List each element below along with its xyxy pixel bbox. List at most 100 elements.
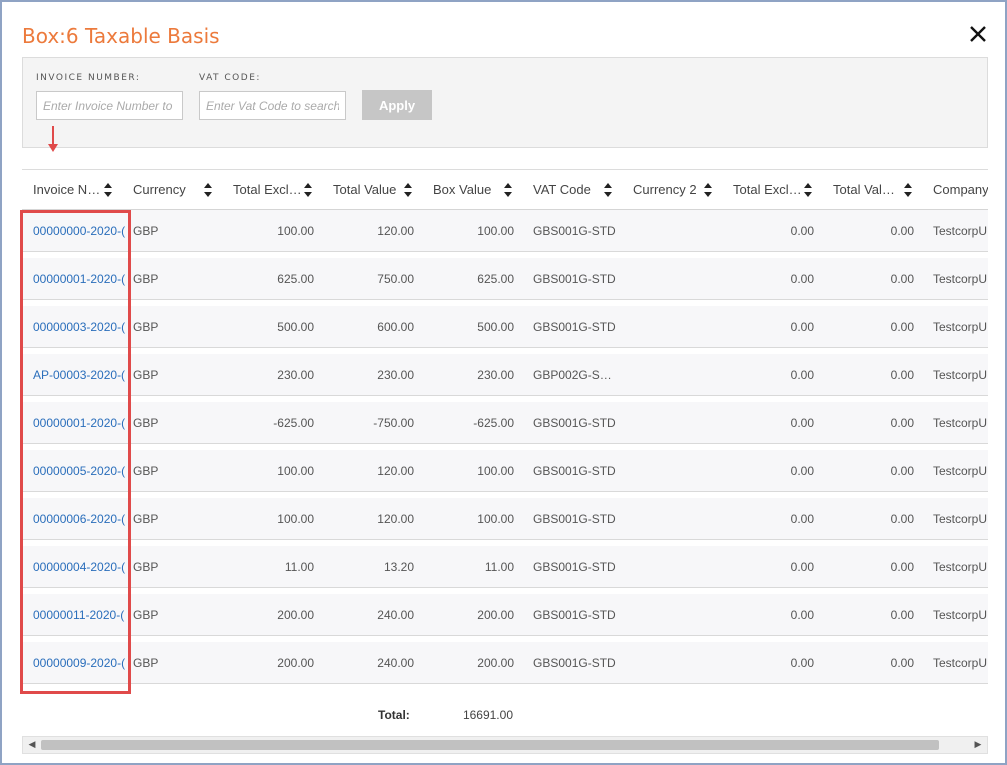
sort-icon[interactable]	[304, 182, 312, 198]
cell-total-value-2: 0.00	[890, 464, 914, 478]
cell-total-excl: 230.00	[277, 368, 314, 382]
cell-company: TestcorpU	[933, 272, 988, 286]
cell-total-excl-2: 0.00	[790, 608, 814, 622]
cell-currency-2	[622, 402, 722, 444]
invoice-number-label: INVOICE NUMBER:	[36, 73, 141, 83]
cell-currency-2	[622, 210, 722, 252]
filter-panel: INVOICE NUMBER: VAT CODE: Apply	[22, 57, 988, 148]
sort-icon[interactable]	[404, 182, 412, 198]
cell-box-value: 200.00	[477, 656, 514, 670]
cell-total-excl: 100.00	[277, 224, 314, 238]
column-header-label: Currency 2	[633, 182, 697, 197]
cell-currency: GBP	[133, 656, 159, 670]
table-row[interactable]: 00000009-2020-(GBP 200.00 240.00 200.00 GBS0…	[22, 642, 988, 684]
cell-currency-2	[622, 642, 722, 684]
cell-box-value: 100.00	[477, 512, 514, 526]
cell-total-value: 120.00	[377, 512, 414, 526]
cell-currency-2	[622, 594, 722, 636]
apply-button[interactable]: Apply	[362, 90, 432, 120]
cell-total-value: 600.00	[377, 320, 414, 334]
cell-total-excl-2: 0.00	[790, 512, 814, 526]
cell-total-value-2: 0.00	[890, 656, 914, 670]
invoice-number-link[interactable]: 00000005-2020-(	[22, 450, 125, 492]
table-row[interactable]: 00000001-2020-(GBP -625.00 -750.00 -625.00 G…	[22, 402, 988, 444]
table-row[interactable]: 00000000-2020-(GBP 100.00 120.00 100.00 GBS0…	[22, 210, 988, 252]
invoice-grid: Invoice N… Currency Total Excl… Total Value…	[22, 169, 988, 695]
cell-total-value: 120.00	[377, 464, 414, 478]
invoice-number-link[interactable]: 00000004-2020-(	[22, 546, 125, 588]
table-row[interactable]: 00000005-2020-(GBP 100.00 120.00 100.00 GBS0…	[22, 450, 988, 492]
sort-icon[interactable]	[804, 182, 812, 198]
cell-box-value: 100.00	[477, 464, 514, 478]
grid-header: Invoice N… Currency Total Excl… Total Value…	[22, 170, 988, 210]
table-row[interactable]: 00000004-2020-(GBP 11.00 13.20 11.00 GBS001G…	[22, 546, 988, 588]
sort-icon[interactable]	[604, 182, 612, 198]
sort-icon[interactable]	[504, 182, 512, 198]
cell-vat-code: GBS001G-STD	[533, 608, 616, 622]
table-row[interactable]: 00000011-2020-(GBP 200.00 240.00 200.00 GBS0…	[22, 594, 988, 636]
cell-total-excl-2: 0.00	[790, 224, 814, 238]
invoice-number-link[interactable]: 00000011-2020-(	[22, 594, 125, 636]
cell-total-value: 13.20	[383, 560, 414, 574]
cell-total-excl: 200.00	[277, 608, 314, 622]
cell-box-value: 500.00	[477, 320, 514, 334]
cell-currency-2	[622, 354, 722, 396]
invoice-number-link[interactable]: 00000001-2020-(	[22, 402, 125, 444]
cell-total-value-2: 0.00	[890, 512, 914, 526]
cell-total-value: 230.00	[377, 368, 414, 382]
cell-total-value: 240.00	[377, 656, 414, 670]
cell-company: TestcorpU	[933, 368, 988, 382]
cell-currency: GBP	[133, 464, 159, 478]
cell-company: TestcorpU	[933, 560, 988, 574]
cell-total-excl-2: 0.00	[790, 368, 814, 382]
sort-icon[interactable]	[904, 182, 912, 198]
table-row[interactable]: AP-00003-2020-(GBP 230.00 230.00 230.00 GBP0…	[22, 354, 988, 396]
table-row[interactable]: 00000006-2020-(GBP 100.00 120.00 100.00 GBS0…	[22, 498, 988, 540]
invoice-number-input[interactable]	[36, 91, 183, 120]
column-header-label: VAT Code	[533, 182, 591, 197]
scroll-left-icon[interactable]: ◀	[26, 739, 38, 751]
close-icon[interactable]	[966, 22, 990, 46]
cell-box-value: 200.00	[477, 608, 514, 622]
cell-company: TestcorpU	[933, 416, 988, 430]
column-header-label: Total Val…	[833, 182, 895, 197]
invoice-number-link[interactable]: 00000000-2020-(	[22, 210, 125, 252]
cell-total-value-2: 0.00	[890, 608, 914, 622]
cell-currency: GBP	[133, 608, 159, 622]
cell-total-value-2: 0.00	[890, 368, 914, 382]
cell-company: TestcorpU	[933, 656, 988, 670]
invoice-number-link[interactable]: 00000009-2020-(	[22, 642, 125, 684]
cell-total-value-2: 0.00	[890, 272, 914, 286]
cell-vat-code: GBS001G-STD	[533, 272, 616, 286]
cell-currency-2	[622, 498, 722, 540]
table-row[interactable]: 00000003-2020-(GBP 500.00 600.00 500.00 GBS0…	[22, 306, 988, 348]
invoice-number-link[interactable]: AP-00003-2020-(	[22, 354, 125, 396]
table-row[interactable]: 00000001-2020-(GBP 625.00 750.00 625.00 GBS0…	[22, 258, 988, 300]
column-header-label: Currency	[133, 182, 186, 197]
sort-icon[interactable]	[204, 182, 212, 198]
cell-total-excl: 200.00	[277, 656, 314, 670]
sort-icon[interactable]	[104, 182, 112, 198]
cell-total-excl-2: 0.00	[790, 560, 814, 574]
cell-company: TestcorpU	[933, 512, 988, 526]
cell-total-value: 750.00	[377, 272, 414, 286]
sort-icon[interactable]	[704, 182, 712, 198]
column-header-company[interactable]: Company	[922, 170, 988, 210]
cell-currency: GBP	[133, 368, 159, 382]
total-value: 16691.00	[462, 708, 513, 722]
column-header-label: Total Excl…	[733, 182, 802, 197]
horizontal-scrollbar[interactable]: ◀ ▶	[22, 736, 988, 754]
scroll-right-icon[interactable]: ▶	[972, 739, 984, 751]
cell-total-excl-2: 0.00	[790, 656, 814, 670]
invoice-number-link[interactable]: 00000006-2020-(	[22, 498, 125, 540]
invoice-number-link[interactable]: 00000003-2020-(	[22, 306, 125, 348]
cell-box-value: 11.00	[484, 560, 514, 574]
scrollbar-thumb[interactable]	[41, 740, 939, 750]
cell-currency: GBP	[133, 560, 159, 574]
invoice-number-link[interactable]: 00000001-2020-(	[22, 258, 125, 300]
vat-code-input[interactable]	[199, 91, 346, 120]
column-header-label: Company	[933, 182, 988, 197]
cell-box-value: -625.00	[473, 416, 514, 430]
cell-total-value-2: 0.00	[890, 560, 914, 574]
cell-total-value-2: 0.00	[890, 224, 914, 238]
